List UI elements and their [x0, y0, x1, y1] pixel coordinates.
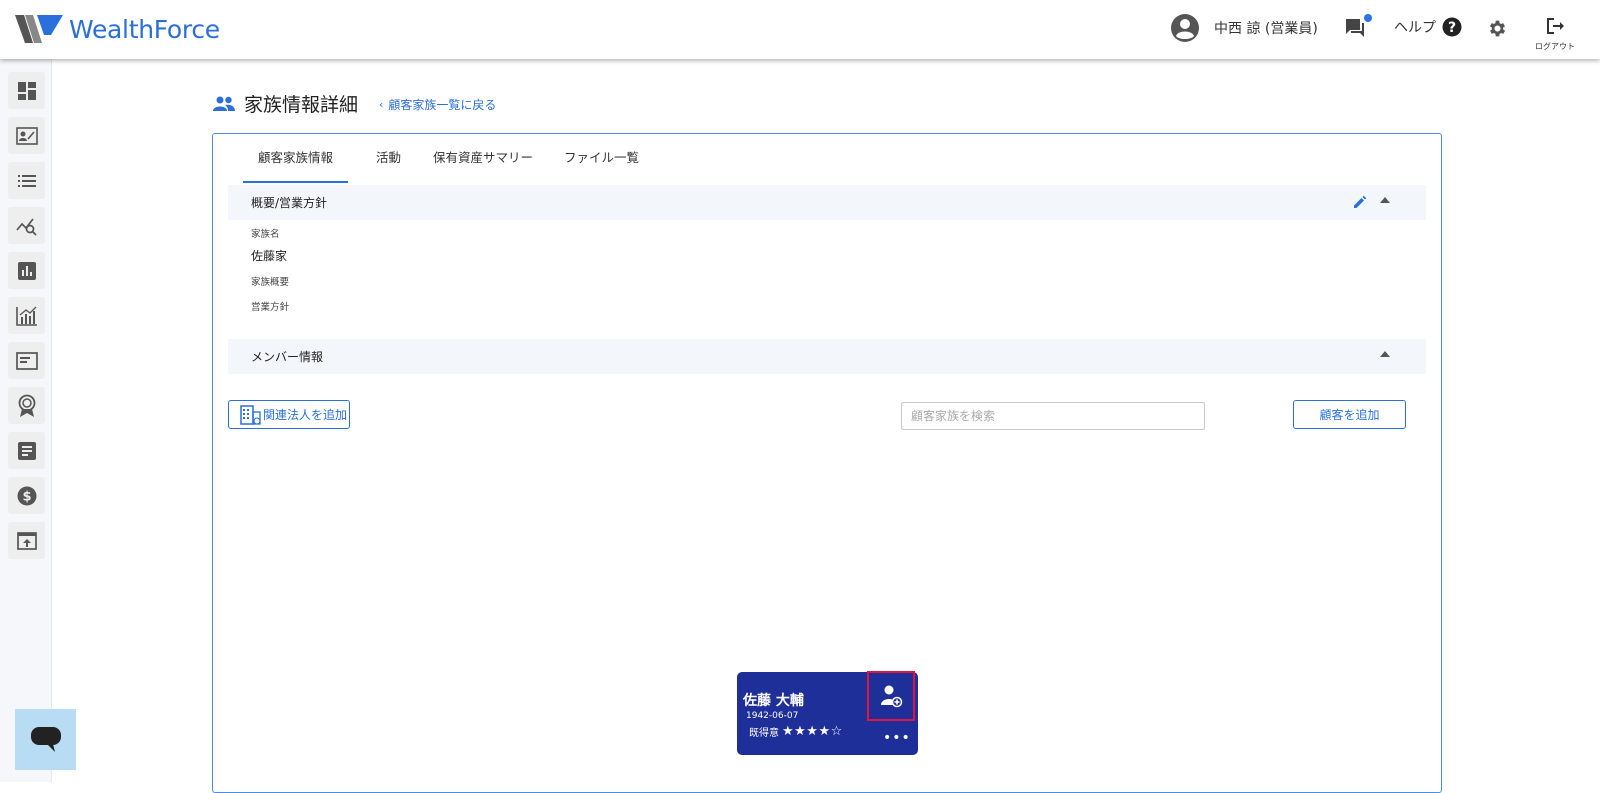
document-icon	[17, 441, 36, 460]
sidebar-item-award[interactable]	[8, 387, 45, 424]
user-name: 中西 諒 (営業員)	[1214, 21, 1318, 37]
upload-icon	[16, 531, 37, 550]
sidebar-item-upload[interactable]	[8, 522, 45, 559]
sidebar-item-contact[interactable]	[8, 117, 45, 154]
app-logo[interactable]: WealthForce	[15, 14, 220, 44]
family-name-label: 家族名	[251, 229, 280, 240]
award-icon	[18, 394, 35, 417]
people-icon	[213, 96, 235, 111]
family-detail-card: 顧客家族情報 活動 保有資産サマリー ファイル一覧 概要/営業方針 家族名 佐藤…	[212, 133, 1442, 793]
person-add-icon	[881, 685, 903, 708]
top-header: WealthForce 中西 諒 (営業員) ヘルプ ? ログアウト	[0, 0, 1600, 59]
member-name: 佐藤 大輔	[743, 693, 804, 709]
family-summary-label: 家族概要	[251, 277, 290, 288]
sidebar: $	[0, 59, 52, 782]
page-title-text: 家族情報詳細	[244, 94, 359, 116]
user-menu[interactable]: 中西 諒 (営業員)	[1170, 13, 1318, 43]
sidebar-item-panel[interactable]	[8, 342, 45, 379]
trend-search-icon	[15, 217, 37, 236]
chevron-left-icon: ‹	[379, 98, 384, 111]
members-section-title: メンバー情報	[251, 350, 324, 364]
tab-activity[interactable]: 活動	[348, 134, 417, 182]
chat-support-button[interactable]	[15, 709, 76, 770]
svg-text:$: $	[22, 489, 31, 504]
tab-customer-family-info[interactable]: 顧客家族情報	[243, 134, 348, 183]
logout-label: ログアウト	[1535, 42, 1575, 51]
list-icon	[17, 174, 36, 187]
member-card[interactable]: 佐藤 大輔 1942-06-07 既得意 ★★★★☆ •••	[737, 671, 918, 755]
sidebar-item-finance[interactable]: $	[8, 477, 45, 514]
member-status-row: 既得意 ★★★★☆	[749, 724, 843, 739]
chat-icon	[1346, 19, 1364, 37]
logout-icon	[1547, 18, 1564, 34]
member-birthdate: 1942-06-07	[746, 711, 799, 721]
sidebar-item-list[interactable]	[8, 162, 45, 199]
tab-file-list[interactable]: ファイル一覧	[549, 134, 654, 182]
members-section-header[interactable]: メンバー情報	[228, 339, 1426, 374]
dollar-icon: $	[17, 486, 36, 505]
help-icon: ?	[1442, 17, 1462, 37]
edit-pencil-icon[interactable]	[1353, 195, 1367, 209]
help-label: ヘルプ	[1394, 20, 1436, 36]
analytics-icon	[15, 306, 37, 326]
building-add-icon	[240, 404, 261, 425]
member-rating-stars: ★★★★☆	[782, 724, 843, 739]
collapse-caret-icon[interactable]	[1380, 197, 1390, 203]
contact-card-icon	[15, 126, 38, 145]
more-options-icon[interactable]: •••	[883, 730, 911, 746]
logo-mark-icon	[15, 15, 63, 43]
tab-asset-summary[interactable]: 保有資産サマリー	[417, 134, 549, 182]
messages-button[interactable]	[1345, 14, 1372, 42]
sidebar-item-trend-search[interactable]	[8, 207, 45, 244]
account-circle-icon	[1171, 14, 1199, 42]
sidebar-item-document[interactable]	[8, 432, 45, 469]
logo-text: WealthForce	[69, 14, 220, 44]
add-customer-label: 顧客を追加	[1319, 408, 1380, 422]
logout-button[interactable]: ログアウト	[1533, 16, 1577, 52]
back-to-family-list-link[interactable]: ‹ 顧客家族一覧に戻る	[379, 96, 496, 113]
family-search-input[interactable]	[901, 402, 1205, 430]
add-related-corp-label: 関連法人を追加	[263, 408, 348, 422]
back-link-label: 顧客家族一覧に戻る	[388, 98, 497, 112]
sidebar-item-dashboard[interactable]	[8, 72, 45, 109]
svg-text:?: ?	[1448, 20, 1456, 36]
settings-button[interactable]	[1487, 18, 1508, 43]
collapse-caret-icon[interactable]	[1380, 351, 1390, 357]
bar-chart-icon	[17, 261, 36, 280]
chat-bubble-icon	[30, 726, 61, 752]
sales-policy-label: 営業方針	[251, 302, 290, 313]
tab-bar: 顧客家族情報 活動 保有資産サマリー ファイル一覧	[243, 134, 654, 183]
notification-dot	[1364, 14, 1372, 22]
overview-section-header[interactable]: 概要/営業方針	[228, 185, 1426, 220]
help-button[interactable]: ヘルプ ?	[1394, 17, 1462, 37]
panel-icon	[15, 351, 38, 370]
overview-section-title: 概要/営業方針	[251, 196, 328, 210]
add-customer-button[interactable]: 顧客を追加	[1293, 400, 1406, 429]
gear-icon	[1489, 20, 1506, 37]
family-name-value: 佐藤家	[251, 249, 288, 263]
sidebar-item-analytics[interactable]	[8, 297, 45, 334]
dashboard-icon	[17, 81, 36, 100]
page-title: 家族情報詳細	[212, 90, 358, 117]
add-related-corp-button[interactable]: 関連法人を追加	[228, 400, 350, 429]
sidebar-item-report[interactable]	[8, 252, 45, 289]
add-member-button[interactable]	[867, 671, 915, 721]
member-status: 既得意	[749, 728, 779, 739]
